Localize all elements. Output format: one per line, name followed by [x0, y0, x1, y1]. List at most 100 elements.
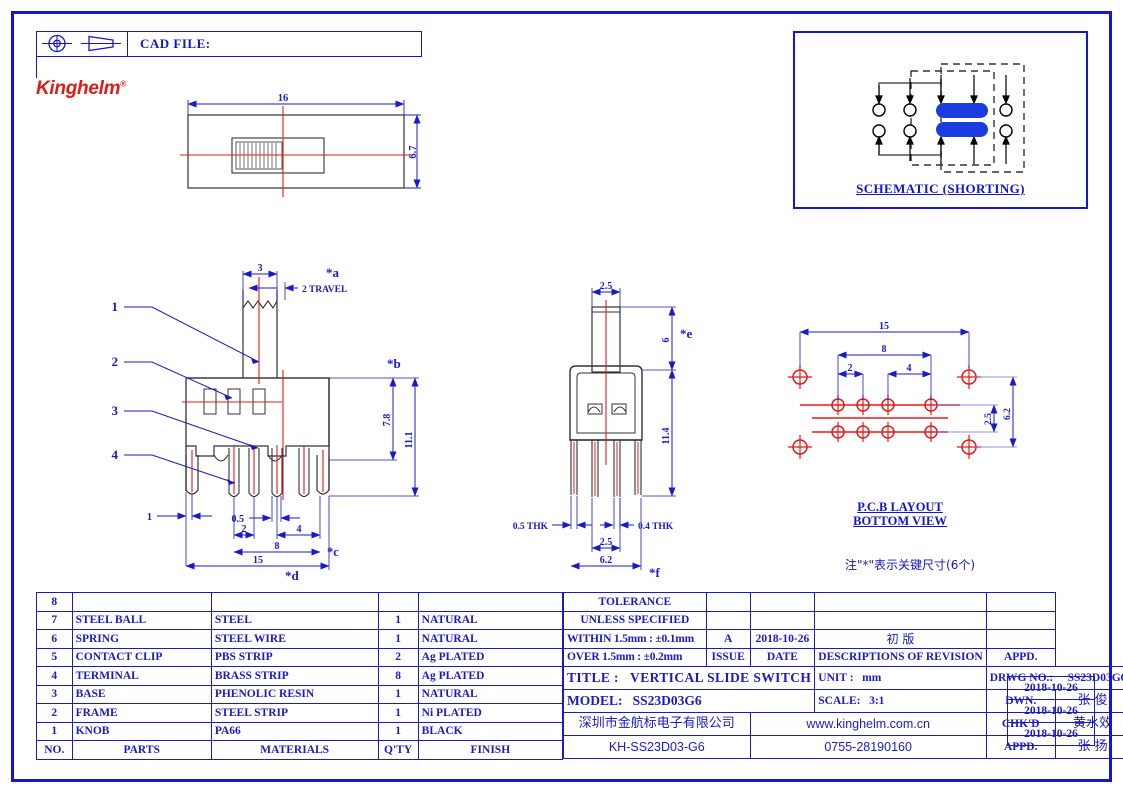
header-parts: PARTS — [71, 740, 212, 760]
date-value: 2018-10-26 — [749, 629, 816, 649]
scale-value: 3:1 — [869, 695, 885, 707]
title-value: VERTICAL SLIDE SWITCH — [630, 670, 812, 685]
dwn-date: 2018-10-26 — [1007, 676, 1095, 700]
table-row: 3 BASE PHENOLIC RESIN 1 NATURAL — [36, 684, 564, 704]
company-website: www.kinghelm.com.cn — [749, 712, 987, 736]
tolerance-within: WITHIN 1.5mm : ±0.1mm — [563, 629, 707, 649]
date-blank-1 — [749, 592, 816, 612]
part-no: 3 — [36, 684, 73, 704]
date-blank-2 — [749, 610, 816, 630]
header-materials: MATERIALS — [210, 740, 379, 760]
header-finish: FINISH — [417, 740, 564, 760]
part-qty: 1 — [377, 610, 419, 630]
part-no: 1 — [36, 721, 73, 741]
part-name: CONTACT CLIP — [71, 647, 212, 667]
kinghelm-logo: Kinghelm® — [36, 78, 126, 100]
scale-label: SCALE: — [818, 695, 861, 707]
cad-file-label: CAD FILE: — [140, 36, 211, 51]
first-angle-projection-symbol — [42, 34, 121, 53]
part-finish: Ni PLATED — [417, 703, 564, 723]
part-qty: 1 — [377, 629, 419, 649]
part-name: KNOB — [71, 721, 212, 741]
part-material: PBS STRIP — [210, 647, 379, 667]
company-name: 深圳市金航标电子有限公司 — [563, 712, 751, 736]
title-label: TITLE : — [567, 670, 619, 685]
part-qty: 2 — [377, 647, 419, 667]
projection-symbol-box — [36, 31, 128, 57]
part-no: 6 — [36, 629, 73, 649]
revision-description: 初 版 — [814, 629, 987, 649]
table-row: 4 TERMINAL BRASS STRIP 8 Ag PLATED — [36, 666, 564, 686]
appd-header-label: APPD. — [985, 647, 1056, 667]
part-material: BRASS STRIP — [210, 666, 379, 686]
tolerance-label-2: UNLESS SPECIFIED — [563, 610, 707, 630]
model-label: MODEL: — [567, 693, 623, 708]
part-name: STEEL BALL — [71, 610, 212, 630]
table-row: 5 CONTACT CLIP PBS STRIP 2 Ag PLATED — [36, 647, 564, 667]
pcb-layout-caption: P.C.B LAYOUT BOTTOM VIEW — [800, 500, 1000, 529]
unit-cell: UNIT : mm — [814, 666, 987, 690]
tolerance-label-1: TOLERANCE — [563, 592, 707, 612]
title-cell: TITLE : VERTICAL SLIDE SWITCH — [562, 666, 816, 690]
appd-date-row: 2018-10-26 — [1007, 722, 1095, 746]
logo-text: Kinghelm — [36, 78, 121, 99]
part-material: PHENOLIC RESIN — [210, 684, 379, 704]
part-name: FRAME — [71, 703, 212, 723]
part-qty: 1 — [377, 721, 419, 741]
part-finish: NATURAL — [417, 610, 564, 630]
issue-blank-2 — [705, 610, 751, 630]
table-row: 8 — [36, 592, 564, 612]
appd-blank-3 — [985, 629, 1056, 649]
pcb-key-dimension-note: 注"*"表示关键尺寸(6个) — [844, 558, 976, 572]
date-label: DATE — [749, 647, 816, 667]
model-cell: MODEL: SS23D03G6 — [562, 689, 816, 713]
part-no: 2 — [36, 703, 73, 723]
schematic-caption: SCHEMATIC (SHORTING) — [856, 181, 1025, 196]
table-row: 6 SPRING STEEL WIRE 1 NATURAL — [36, 629, 564, 649]
table-row: 1 KNOB PA66 1 BLACK — [36, 721, 564, 741]
part-number: KH-SS23D03-G6 — [563, 735, 751, 759]
part-material: STEEL WIRE — [210, 629, 379, 649]
revision-row: WITHIN 1.5mm : ±0.1mm A 2018-10-26 初 版 — [563, 629, 1123, 649]
appd-blank-2 — [985, 610, 1056, 630]
part-finish: NATURAL — [417, 629, 564, 649]
part-no: 5 — [36, 647, 73, 667]
issue-label: ISSUE — [705, 647, 751, 667]
logo-registered-mark: ® — [120, 79, 126, 89]
tolerance-over: OVER 1.5mm : ±0.2mm — [563, 647, 707, 667]
part-name: BASE — [71, 684, 212, 704]
table-header-row: NO. PARTS MATERIALS Q'TY FINISH — [36, 740, 564, 760]
pcb-caption-line2: BOTTOM VIEW — [853, 514, 947, 529]
part-no: 4 — [36, 666, 73, 686]
part-qty — [377, 592, 419, 612]
revision-blank-2 — [814, 610, 987, 630]
issue-blank-1 — [705, 592, 751, 612]
part-finish: NATURAL — [417, 684, 564, 704]
part-qty: 8 — [377, 666, 419, 686]
tolerance-row-1: TOLERANCE — [563, 592, 1123, 612]
tolerance-row-2: UNLESS SPECIFIED — [563, 610, 1123, 630]
header-qty: Q'TY — [377, 740, 419, 760]
appd-blank-1 — [985, 592, 1056, 612]
part-name — [71, 592, 212, 612]
unit-label: UNIT : — [818, 672, 854, 684]
part-qty: 1 — [377, 684, 419, 704]
revision-blank-1 — [814, 592, 987, 612]
part-no: 8 — [36, 592, 73, 612]
revision-header-row: OVER 1.5mm : ±0.2mm ISSUE DATE DESCRIPTI… — [563, 647, 1123, 667]
header-no: NO. — [36, 740, 73, 760]
table-row: 2 FRAME STEEL STRIP 1 Ni PLATED — [36, 703, 564, 723]
part-name: TERMINAL — [71, 666, 212, 686]
dwn-date-row: 2018-10-26 — [1007, 676, 1095, 700]
appd-date: 2018-10-26 — [1007, 722, 1095, 746]
part-qty: 1 — [377, 703, 419, 723]
part-finish: Ag PLATED — [417, 666, 564, 686]
chk-date: 2018-10-26 — [1007, 699, 1095, 723]
scale-cell: SCALE: 3:1 — [814, 689, 987, 713]
part-material: PA66 — [210, 721, 379, 741]
part-material: STEEL STRIP — [210, 703, 379, 723]
part-name: SPRING — [71, 629, 212, 649]
signature-date-column: 2018-10-26 2018-10-26 2018-10-26 — [1007, 676, 1095, 746]
part-no: 7 — [36, 610, 73, 630]
pcb-caption-line1: P.C.B LAYOUT — [857, 500, 943, 514]
